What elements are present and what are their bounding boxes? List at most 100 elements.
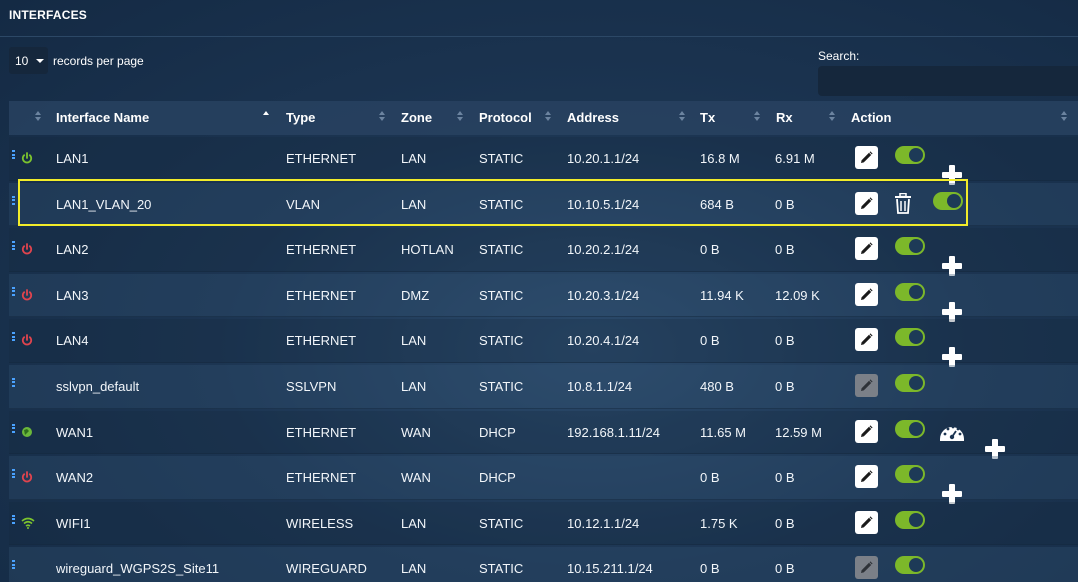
table-body: LAN1 ETHERNET LAN STATIC 10.20.1.1/24 16.8 M 6… — [9, 137, 1078, 582]
search-input[interactable] — [818, 66, 1078, 96]
cell-zone: LAN — [401, 196, 427, 212]
cell-tx: 480 B — [700, 378, 734, 394]
header-rx[interactable]: Rx — [776, 110, 793, 125]
table-row: LAN3 ETHERNET DMZ STATIC 10.20.3.1/24 11.94 K… — [9, 273, 1078, 322]
cell-zone: WAN — [401, 470, 431, 486]
cell-address: 10.20.4.1/24 — [567, 333, 640, 349]
drag-handle-icon[interactable] — [12, 560, 15, 570]
edit-button[interactable] — [855, 237, 878, 261]
header-protocol[interactable]: Protocol — [479, 110, 532, 125]
power-red-icon — [21, 243, 33, 255]
edit-button[interactable] — [855, 328, 878, 352]
table-row: LAN1_VLAN_20 VLAN LAN STATIC 10.10.5.1/24 684… — [9, 182, 1078, 227]
cell-rx: 6.91 M — [775, 151, 815, 166]
header-interface-name[interactable]: Interface Name — [56, 110, 149, 125]
cell-rx: 0 B — [775, 378, 795, 394]
drag-handle-icon[interactable] — [12, 195, 15, 205]
enable-toggle[interactable] — [895, 282, 925, 301]
cell-zone: LAN — [401, 333, 427, 349]
drag-handle-icon[interactable] — [12, 514, 15, 524]
cell-zone: LAN — [401, 378, 427, 394]
per-page-label: records per page — [53, 53, 144, 68]
cell-tx: 0 B — [700, 333, 720, 349]
edit-button[interactable] — [855, 510, 878, 534]
drag-handle-icon[interactable] — [12, 241, 15, 251]
drag-handle-icon[interactable] — [12, 286, 15, 296]
cell-protocol: STATIC — [479, 287, 524, 303]
sort-icon[interactable] — [545, 111, 551, 123]
sort-icon[interactable] — [1061, 111, 1067, 123]
cell-interface-name: WIFI1 — [56, 515, 91, 531]
cell-type: VLAN — [286, 196, 320, 212]
drag-handle-icon[interactable] — [12, 332, 15, 342]
drag-handle-icon[interactable] — [12, 423, 15, 433]
cell-protocol: STATIC — [479, 378, 524, 394]
power-red-icon — [21, 471, 33, 483]
cell-interface-name: wireguard_WGPS2S_Site11 — [56, 561, 220, 577]
cell-protocol: DHCP — [479, 424, 516, 440]
enable-toggle[interactable] — [895, 237, 925, 256]
table-row: WAN1 ETHERNET WAN DHCP 192.168.1.11/24 11.65 … — [9, 410, 1078, 459]
cell-type: SSLVPN — [286, 378, 337, 394]
cell-rx: 0 B — [775, 561, 795, 577]
header-address[interactable]: Address — [567, 110, 619, 125]
drag-handle-icon[interactable] — [12, 469, 15, 479]
power-green-icon — [21, 152, 33, 164]
cell-rx: 12.09 K — [775, 287, 820, 303]
cell-interface-name: sslvpn_default — [56, 378, 140, 394]
enable-toggle[interactable] — [933, 191, 963, 210]
enable-toggle[interactable] — [895, 510, 925, 529]
interfaces-table: Interface Name Type Zone Protocol Addres… — [9, 101, 1078, 582]
drag-handle-icon[interactable] — [12, 377, 15, 387]
cell-interface-name: LAN3 — [56, 287, 89, 303]
cell-tx: 0 B — [700, 242, 720, 258]
wifi-green-icon — [21, 517, 35, 529]
per-page-select[interactable]: 10 — [9, 47, 48, 74]
cell-type: ETHERNET — [286, 242, 357, 258]
search-label: Search: — [818, 49, 860, 63]
table-row: sslvpn_default SSLVPN LAN STATIC 10.8.1.1/24… — [9, 364, 1078, 409]
sort-icon[interactable] — [457, 111, 463, 123]
cell-zone: WAN — [401, 424, 431, 440]
dashboard-gauge-icon[interactable] — [939, 421, 965, 446]
enable-toggle[interactable] — [895, 146, 925, 164]
edit-button[interactable] — [855, 465, 878, 489]
cell-interface-name: LAN1 — [56, 151, 89, 166]
sort-icon[interactable] — [829, 111, 835, 123]
enable-toggle[interactable] — [895, 373, 925, 392]
cell-type: ETHERNET — [286, 333, 357, 349]
cell-tx: 0 B — [700, 470, 720, 486]
sort-icon[interactable] — [754, 111, 760, 123]
cell-zone: DMZ — [401, 287, 430, 303]
cell-tx: 1.75 K — [700, 515, 738, 531]
cell-interface-name: LAN1_VLAN_20 — [56, 196, 152, 212]
cell-zone: HOTLAN — [401, 242, 454, 258]
sort-asc-icon[interactable] — [263, 111, 269, 123]
edit-button[interactable] — [855, 282, 878, 306]
enable-toggle[interactable] — [895, 419, 925, 438]
globe-green-icon — [21, 426, 33, 438]
enable-toggle[interactable] — [895, 465, 925, 484]
drag-handle-icon[interactable] — [12, 150, 15, 159]
sort-icon[interactable] — [35, 111, 41, 123]
cell-type: ETHERNET — [286, 424, 357, 440]
edit-button[interactable] — [855, 191, 878, 215]
table-row: WIFI1 WIRELESS LAN STATIC 10.12.1.1/24 1.75 K… — [9, 501, 1078, 546]
header-tx[interactable]: Tx — [700, 110, 715, 125]
header-zone[interactable]: Zone — [401, 110, 432, 125]
edit-button[interactable] — [855, 419, 878, 443]
sort-icon[interactable] — [379, 111, 385, 123]
cell-rx: 0 B — [775, 196, 795, 212]
trash-icon[interactable] — [894, 192, 912, 217]
table-row: WAN2 ETHERNET WAN DHCP 0 B 0 B — [9, 456, 1078, 505]
cell-rx: 0 B — [775, 515, 795, 531]
header-type[interactable]: Type — [286, 110, 315, 125]
header-action: Action — [851, 110, 892, 125]
cell-interface-name: WAN1 — [56, 424, 94, 440]
edit-button[interactable] — [855, 146, 878, 169]
edit-button-disabled — [855, 556, 878, 580]
enable-toggle[interactable] — [895, 556, 925, 575]
enable-toggle[interactable] — [895, 328, 925, 347]
cell-protocol: STATIC — [479, 196, 524, 212]
sort-icon[interactable] — [679, 111, 685, 123]
